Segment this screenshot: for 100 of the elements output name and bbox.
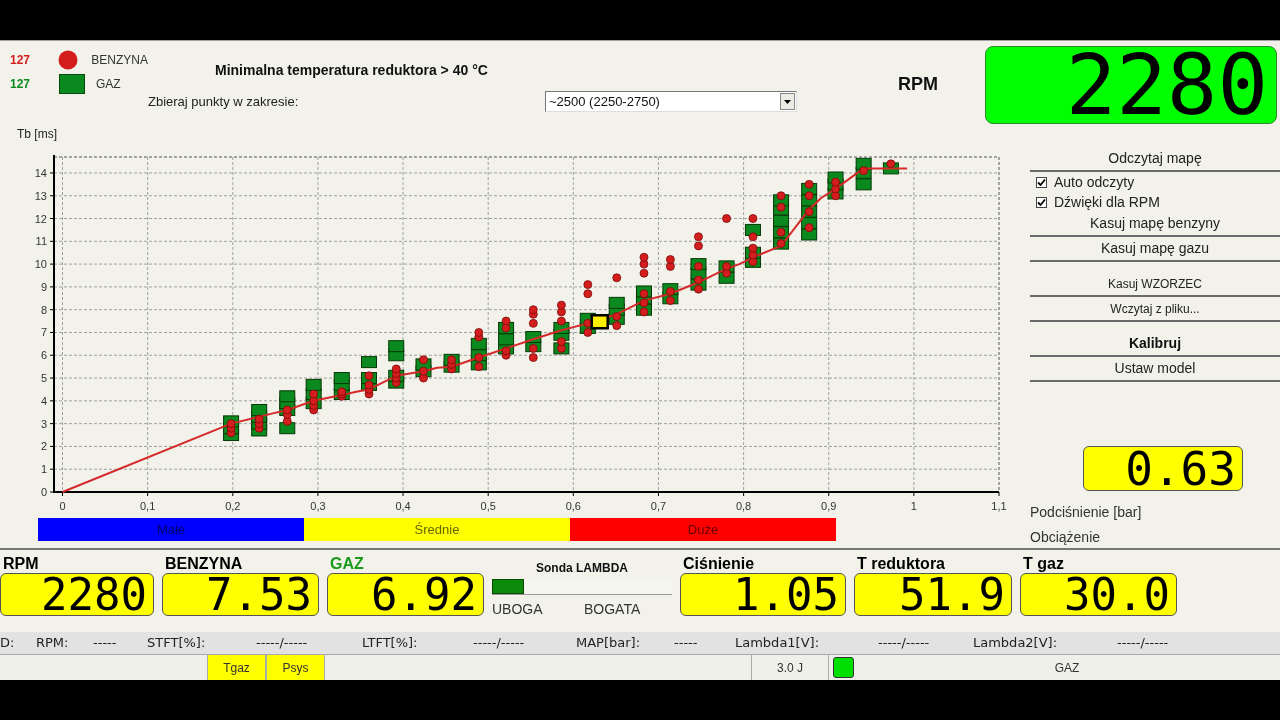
circle-marker (804, 179, 814, 189)
circle-marker (557, 316, 566, 326)
range-band: Średnie (304, 518, 570, 541)
circle-marker (666, 255, 675, 264)
circle-marker (557, 337, 566, 346)
tick-label: 6 (40, 349, 47, 362)
tick-label: 0,5 (480, 500, 496, 512)
chart-title: Minimalna temperatura reduktora > 40 °C (215, 61, 488, 79)
field-label: Zbieraj punkty w zakresie: (148, 92, 300, 111)
range-dropdown[interactable]: ~2500 (2250-2750) (545, 91, 797, 112)
circle-marker (666, 262, 675, 271)
circle-marker (557, 300, 566, 310)
square-marker (773, 214, 790, 227)
circle-marker (419, 355, 428, 365)
tick-label: 8 (40, 303, 47, 316)
circle-marker (776, 227, 786, 237)
tick-label: 4 (40, 394, 47, 407)
circle-marker (474, 362, 484, 372)
square-marker (525, 331, 542, 344)
gauge-label: BENZYNA (164, 555, 243, 573)
circle-marker (501, 316, 511, 326)
tick-label: 3 (40, 417, 47, 430)
legend-label: GAZ (96, 76, 121, 93)
circle-marker (254, 414, 264, 424)
circle-marker (557, 307, 566, 317)
circle-marker (282, 416, 292, 426)
tick-label: 0,1 (140, 500, 156, 512)
tick-label: 9 (40, 280, 47, 293)
circle-marker (309, 389, 319, 399)
circle-marker (447, 355, 456, 365)
tick-label: 1 (40, 463, 47, 476)
obd-value: -----/----- (473, 634, 525, 653)
status-text: GAZ (1053, 659, 1081, 677)
checkbox[interactable] (1036, 176, 1047, 188)
gauge-display: 1.05 (680, 573, 846, 616)
square-marker (498, 333, 515, 346)
circle-marker (694, 232, 703, 242)
circle-marker (528, 305, 538, 315)
scale-label: BOGATA (584, 601, 641, 617)
tick-label: 10 (34, 258, 47, 271)
square-marker (251, 403, 268, 416)
circle-marker (748, 214, 758, 223)
gauge-display: 6.92 (327, 573, 484, 616)
square-marker (388, 340, 405, 353)
obd-value: ----- (674, 634, 698, 653)
load-display: 0.63 (1083, 446, 1243, 491)
circle-marker (748, 243, 758, 253)
tick-label: 5 (40, 372, 47, 385)
circle-marker (639, 252, 649, 262)
scale-label: UBOGA (492, 601, 544, 617)
obd-value: -----/----- (878, 634, 930, 653)
square-marker (279, 390, 296, 403)
circle-marker (804, 223, 814, 233)
circle-marker (722, 268, 731, 278)
square-marker (855, 178, 872, 191)
obd-label: D: (0, 634, 15, 653)
circle-marker (831, 191, 840, 201)
circle-marker (639, 259, 649, 269)
tick-label: 1,1 (991, 500, 1007, 512)
circle-marker (557, 344, 566, 353)
circle-marker (776, 202, 786, 212)
tick-label: 0,6 (565, 500, 581, 512)
circle-marker (666, 296, 675, 305)
circle-marker (501, 323, 511, 333)
panel-label: Podciśnienie [bar] (1030, 503, 1142, 521)
legend-count: 127 (9, 76, 32, 93)
status-text: 3.0 J (751, 655, 829, 680)
circle-marker (391, 364, 401, 374)
square-marker (608, 296, 625, 309)
status-tag: Tgaz (207, 655, 266, 680)
gauge-label: T gaz (1022, 555, 1064, 573)
panel-label: Obciążenie (1030, 528, 1101, 546)
circle-marker (748, 232, 758, 242)
circle-marker (583, 328, 593, 337)
circle-marker (528, 353, 538, 362)
circle-marker (804, 207, 814, 217)
gauge-label: GAZ (329, 555, 364, 573)
circle-marker (612, 273, 622, 283)
tick-label: 0,3 (310, 500, 326, 512)
tick-label: 11 (35, 235, 47, 248)
circle-marker (722, 262, 731, 271)
circle-marker (474, 353, 484, 362)
circle-marker (748, 257, 758, 267)
circle-marker (639, 289, 649, 299)
circle-marker (776, 191, 786, 201)
square-marker (361, 356, 377, 369)
tick-label: 0,7 (650, 500, 667, 512)
circle-marker (226, 419, 236, 429)
lambda-title: Sonda LAMBDA (536, 561, 628, 575)
checkbox[interactable] (1036, 196, 1047, 208)
axis-title: Tb [ms] (17, 127, 57, 141)
square-marker (801, 228, 818, 241)
obd-label: RPM: (36, 634, 69, 653)
gauge-display: 7.53 (162, 573, 319, 616)
gauge-label: RPM (2, 555, 39, 573)
circle-marker (722, 214, 731, 223)
rpm-display: 2280 (985, 46, 1277, 124)
square-marker (333, 372, 350, 385)
circle-marker (501, 346, 511, 356)
legend-label: BENZYNA (91, 52, 148, 69)
